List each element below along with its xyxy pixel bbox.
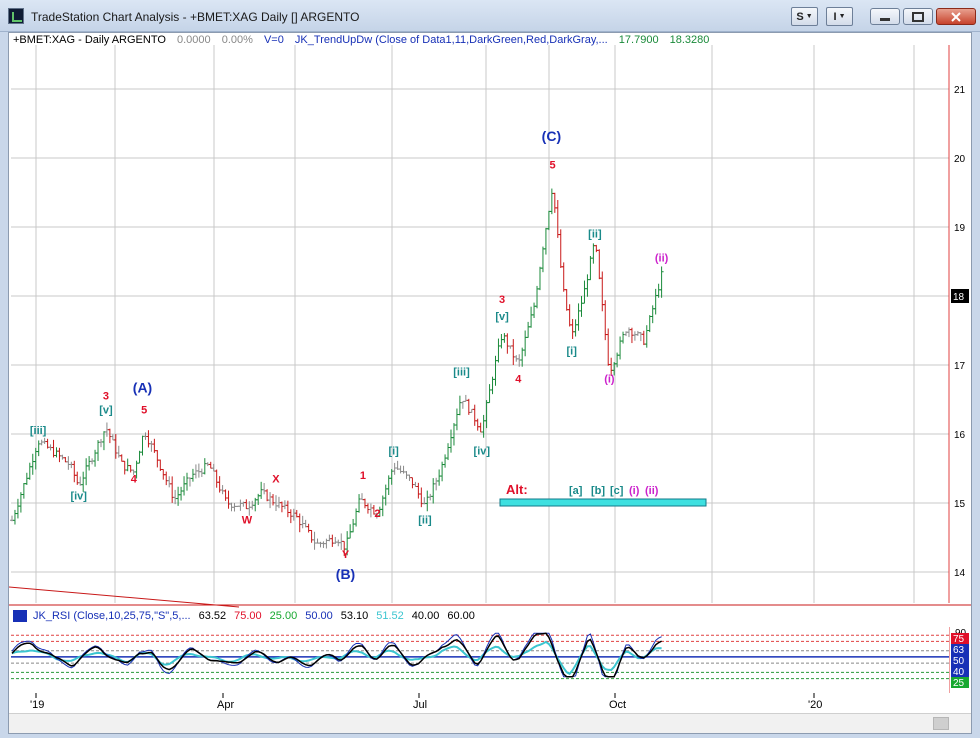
wave-label: [i]: [388, 446, 399, 458]
wave-label: 5: [141, 404, 147, 416]
wave-label: W: [242, 515, 253, 527]
rsi-value-5: 53.10: [340, 610, 369, 622]
rsi-value-7: 40.00: [411, 610, 440, 622]
indicator-value-2: 18.3280: [669, 34, 710, 46]
wave-label: Y: [342, 549, 350, 561]
wave-label: 4: [131, 473, 138, 485]
wave-label: (C): [542, 128, 561, 144]
alt-wave-label: (i): [629, 485, 640, 497]
chart-header: +BMET:XAG - Daily ARGENTO 0.0000 0.00% V…: [13, 34, 709, 46]
price-tick-label: 17: [954, 361, 966, 372]
time-tick-label: Apr: [217, 699, 234, 711]
rsi-value-6: 51.52: [376, 610, 404, 622]
time-tick-label: '19: [30, 699, 44, 711]
header-value-1: 0.0000: [176, 34, 211, 46]
wave-label: [ii]: [418, 515, 432, 527]
rsi-level-label: 50: [953, 656, 965, 667]
wave-label: [iii]: [30, 425, 47, 437]
indicator-label: JK_TrendUpDw (Close of Data1,11,DarkGree…: [294, 34, 608, 46]
wave-label: [i]: [567, 346, 578, 358]
wave-label: 2: [374, 508, 380, 520]
price-tick-label: 15: [954, 499, 966, 510]
rsi-value-1: 63.52: [198, 610, 227, 622]
window-title: TradeStation Chart Analysis - +BMET:XAG …: [31, 10, 360, 24]
chevron-down-icon: ▼: [838, 13, 846, 20]
alt-wave-label: [a]: [569, 485, 583, 497]
price-tick-label: 20: [954, 154, 966, 165]
rsi-header: JK_RSI (Close,10,25,75,"S",5,... 63.52 7…: [9, 607, 971, 625]
close-button[interactable]: [936, 8, 976, 25]
alt-label: Alt:: [506, 482, 528, 497]
indicator-value-1: 17.7900: [618, 34, 659, 46]
horizontal-scrollbar[interactable]: [9, 713, 971, 733]
wave-label: 1: [360, 470, 366, 482]
price-panel: [9, 45, 949, 605]
wave-label: [ii]: [588, 228, 602, 240]
rsi-level-label: 40: [953, 667, 965, 678]
rsi-value-8: 60.00: [447, 610, 475, 622]
alt-wave-label: [c]: [610, 485, 624, 497]
rsi-level-label: 75: [953, 634, 965, 645]
time-tick-label: '20: [808, 699, 822, 711]
maximize-icon: [912, 11, 924, 22]
wave-label: (i): [604, 373, 615, 385]
wave-label: (ii): [655, 253, 669, 265]
wave-label: [iv]: [70, 491, 87, 503]
rsi-level-label: 25: [953, 678, 965, 689]
chart-window[interactable]: 212019181716151418Alt:[a][b][c](i)(ii)[i…: [8, 32, 972, 734]
wave-label: 3: [499, 294, 505, 306]
wave-label: (A): [133, 380, 152, 396]
time-tick-label: Oct: [609, 699, 626, 711]
wave-label: 3: [103, 391, 109, 403]
minimize-icon: [880, 17, 890, 21]
title-bar: TradeStation Chart Analysis - +BMET:XAG …: [0, 0, 980, 32]
header-value-2: 0.00%: [221, 34, 253, 46]
header-volume: V=0: [263, 34, 284, 46]
indicator-icon: [13, 610, 27, 622]
rsi-value-4: 50.00: [305, 610, 333, 622]
symbol-label: +BMET:XAG - Daily ARGENTO: [13, 34, 166, 46]
s-button-label: S: [796, 10, 804, 23]
i-button[interactable]: I ▼: [826, 7, 853, 26]
rsi-value-3: 25.00: [269, 610, 298, 622]
maximize-button[interactable]: [903, 8, 933, 25]
rsi-value-2: 75.00: [234, 610, 262, 622]
tradestation-app-icon: [8, 8, 24, 24]
scroll-thumb[interactable]: [933, 717, 949, 730]
wave-label: (B): [336, 566, 355, 582]
minimize-button[interactable]: [870, 8, 900, 25]
wave-label: [v]: [495, 311, 509, 323]
chevron-down-icon: ▼: [805, 13, 813, 20]
price-tick-label: 16: [954, 430, 966, 441]
alt-wave-label: [b]: [591, 485, 605, 497]
wave-label: 4: [515, 373, 522, 385]
price-tick-label: 14: [954, 568, 966, 579]
wave-label: [iii]: [453, 366, 470, 378]
price-tick-label: 21: [954, 85, 966, 96]
rsi-label: JK_RSI (Close,10,25,75,"S",5,...: [33, 610, 191, 622]
wave-label: X: [272, 473, 280, 485]
i-button-label: I: [833, 10, 837, 23]
price-tick-label: 19: [954, 223, 966, 234]
wave-label: [v]: [99, 404, 113, 416]
current-price-label: 18: [953, 292, 965, 303]
wave-label: [iv]: [474, 446, 491, 458]
alt-wave-label: (ii): [645, 485, 659, 497]
alt-projection-box: [499, 498, 707, 507]
s-button[interactable]: S ▼: [791, 7, 818, 26]
rsi-level-label: 63: [953, 645, 965, 656]
wave-label: 5: [549, 159, 555, 171]
close-icon: [951, 11, 961, 22]
time-tick-label: Jul: [413, 699, 427, 711]
